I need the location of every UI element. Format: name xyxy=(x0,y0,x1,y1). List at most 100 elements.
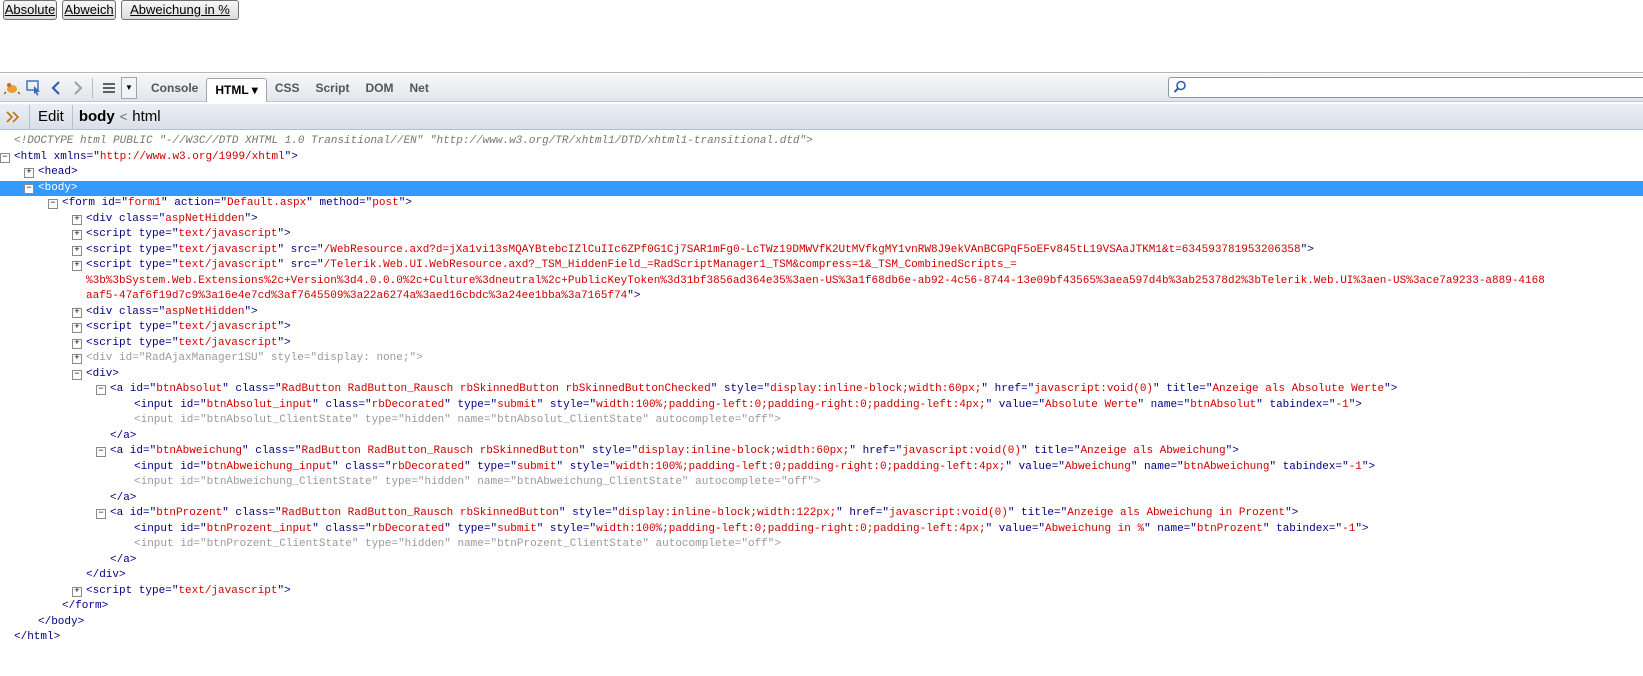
collapse-icon[interactable]: − xyxy=(96,447,106,457)
tree-node[interactable]: − <div> xyxy=(0,367,1643,383)
attribute-value: javascript:void(0) xyxy=(902,445,1022,457)
expand-icon[interactable]: + xyxy=(24,168,34,178)
collapse-icon[interactable]: − xyxy=(72,369,82,380)
tree-node[interactable]: + <div class="aspNetHidden"> xyxy=(0,212,1643,228)
tree-node[interactable]: <input id="btnProzent_input" class="rbDe… xyxy=(0,522,1643,538)
expand-icon[interactable]: + xyxy=(72,354,82,364)
tree-node[interactable]: <input id="btnAbweichung_input" class="r… xyxy=(0,460,1643,476)
collapse-icon[interactable]: − xyxy=(96,509,106,519)
tag-text: " value=" xyxy=(985,522,1046,535)
breadcrumb-parent[interactable]: html xyxy=(132,108,160,125)
expand-icon[interactable]: + xyxy=(72,261,82,271)
firebug-icon[interactable] xyxy=(2,78,22,98)
tree-node[interactable]: + <div id="RadAjaxManager1SU" style="disp… xyxy=(0,351,1643,367)
abweichung-prozent-button[interactable]: Abweichung in % xyxy=(121,0,239,20)
tag-text: <!DOCTYPE html PUBLIC "-//W3C//DTD XHTML… xyxy=(14,135,813,147)
search-input[interactable] xyxy=(1168,77,1643,98)
tree-node[interactable]: <input id="btnAbsolut_input" class="rbDe… xyxy=(0,398,1643,414)
tree-node-markup: </form> xyxy=(62,599,108,615)
chevron-down-icon[interactable]: ▼ xyxy=(121,76,137,99)
tree-node-markup: <html xmlns="http://www.w3.org/1999/xhtm… xyxy=(14,150,298,166)
attribute-value: btnAbweichung xyxy=(1183,460,1270,473)
tag-text: "> xyxy=(244,305,258,318)
tree-node[interactable]: + <div class="aspNetHidden"> xyxy=(0,305,1643,321)
tag-text: <script type=" xyxy=(86,321,179,333)
tab-html[interactable]: HTML ▾ xyxy=(206,77,267,102)
tree-node[interactable]: + <script type="text/javascript" src="/Te… xyxy=(0,258,1643,274)
tab-net[interactable]: Net xyxy=(402,76,437,100)
collapse-icon[interactable]: − xyxy=(0,152,10,163)
tag-text: " class=" xyxy=(242,445,302,457)
tree-node-markup: <script type="text/javascript"> xyxy=(86,320,291,336)
tree-node[interactable]: %3b%3bSystem.Web.Extensions%2c+Version%3… xyxy=(0,274,1643,290)
tree-node[interactable]: + <script type="text/javascript"> xyxy=(0,584,1643,600)
abweichung-button[interactable]: Abweich xyxy=(62,0,116,20)
back-arrow-icon[interactable] xyxy=(46,78,66,98)
attribute-value: submit xyxy=(516,460,557,473)
expand-icon[interactable]: + xyxy=(72,245,82,256)
collapse-icon[interactable]: − xyxy=(96,385,106,395)
tab-dom[interactable]: DOM xyxy=(358,76,402,100)
forward-arrow-icon[interactable] xyxy=(68,78,88,98)
tab-console[interactable]: Console xyxy=(143,76,206,100)
tree-node[interactable]: − <form id="form1" action="Default.aspx" … xyxy=(0,196,1643,212)
attribute-value: -1 xyxy=(1342,522,1356,535)
tree-node[interactable]: </a> xyxy=(0,553,1643,569)
tag-text: " style=" xyxy=(536,522,597,535)
tree-node[interactable]: − <a id="btnProzent" class="RadButton Rad… xyxy=(0,506,1643,522)
tree-node[interactable]: </html> xyxy=(0,630,1643,646)
tag-text: "> xyxy=(1285,507,1299,519)
tree-node[interactable]: </form> xyxy=(0,599,1643,615)
attribute-value: display:inline-block;width:122px; xyxy=(618,507,837,519)
tag-text: "> xyxy=(277,321,291,333)
tree-node[interactable]: </a> xyxy=(0,429,1643,445)
tree-node[interactable]: </body> xyxy=(0,615,1643,631)
tree-node-markup: <a id="btnAbweichung" class="RadButton R… xyxy=(110,444,1239,460)
tree-node[interactable]: <input id="btnAbweichung_ClientState" ty… xyxy=(0,475,1643,491)
tree-node[interactable]: + <script type="text/javascript" src="/We… xyxy=(0,243,1643,259)
tree-node[interactable]: </a> xyxy=(0,491,1643,507)
expand-icon[interactable]: + xyxy=(72,338,82,349)
tag-text: " class=" xyxy=(222,507,282,519)
absolute-button[interactable]: Absolute xyxy=(3,0,57,20)
collapse-icon[interactable]: − xyxy=(48,199,58,209)
attribute-value: aspNetHidden xyxy=(165,305,245,318)
expand-icon[interactable]: + xyxy=(72,214,82,225)
expand-icon[interactable]: + xyxy=(72,586,82,597)
expand-panel-icon[interactable] xyxy=(3,107,23,127)
tag-text: " method=" xyxy=(306,197,373,209)
tag-text: " value=" xyxy=(985,398,1046,411)
tree-node[interactable]: − <a id="btnAbweichung" class="RadButton … xyxy=(0,444,1643,460)
tree-node[interactable]: + <script type="text/javascript"> xyxy=(0,227,1643,243)
attribute-value: width:100%;padding-left:0;padding-right:… xyxy=(596,522,986,535)
tree-node[interactable]: − <a id="btnAbsolut" class="RadButton Rad… xyxy=(0,382,1643,398)
tree-node[interactable]: </div> xyxy=(0,568,1643,584)
attribute-value: display: none; xyxy=(317,352,410,364)
tree-node[interactable]: + <head> xyxy=(0,165,1643,181)
edit-button[interactable]: Edit xyxy=(29,104,73,129)
expand-icon[interactable]: + xyxy=(72,307,82,318)
tab-script[interactable]: Script xyxy=(308,76,358,100)
menu-list-icon[interactable] xyxy=(99,78,119,98)
expand-icon[interactable]: + xyxy=(72,323,82,333)
tree-node[interactable]: <input id="btnAbsolut_ClientState" type=… xyxy=(0,413,1643,429)
tab-css[interactable]: CSS xyxy=(267,76,308,100)
expand-icon[interactable]: + xyxy=(72,230,82,240)
tag-text: " title=" xyxy=(1007,507,1068,519)
inspect-icon[interactable] xyxy=(24,78,44,98)
tag-text: " name=" xyxy=(444,538,498,550)
tree-node[interactable]: + <script type="text/javascript"> xyxy=(0,336,1643,352)
breadcrumb-current[interactable]: body xyxy=(79,108,115,125)
tag-text: " style=" xyxy=(710,383,771,395)
tree-node[interactable]: aaf5-47af6f19d7c9%3a16e4e7cd%3af7645509%… xyxy=(0,289,1643,305)
tree-node-markup: <!DOCTYPE html PUBLIC "-//W3C//DTD XHTML… xyxy=(14,134,813,150)
attribute-value: -1 xyxy=(1335,398,1349,411)
tree-node[interactable]: − <body> xyxy=(0,180,1643,196)
tree-node[interactable]: + <script type="text/javascript"> xyxy=(0,320,1643,336)
collapse-icon[interactable]: − xyxy=(24,183,34,194)
tree-node[interactable]: <input id="btnProzent_ClientState" type=… xyxy=(0,537,1643,553)
tree-node[interactable]: − <html xmlns="http://www.w3.org/1999/xht… xyxy=(0,150,1643,166)
tag-text: <input id=" xyxy=(134,538,207,550)
tree-node[interactable]: <!DOCTYPE html PUBLIC "-//W3C//DTD XHTML… xyxy=(0,134,1643,150)
panel-divider[interactable] xyxy=(0,72,1643,73)
